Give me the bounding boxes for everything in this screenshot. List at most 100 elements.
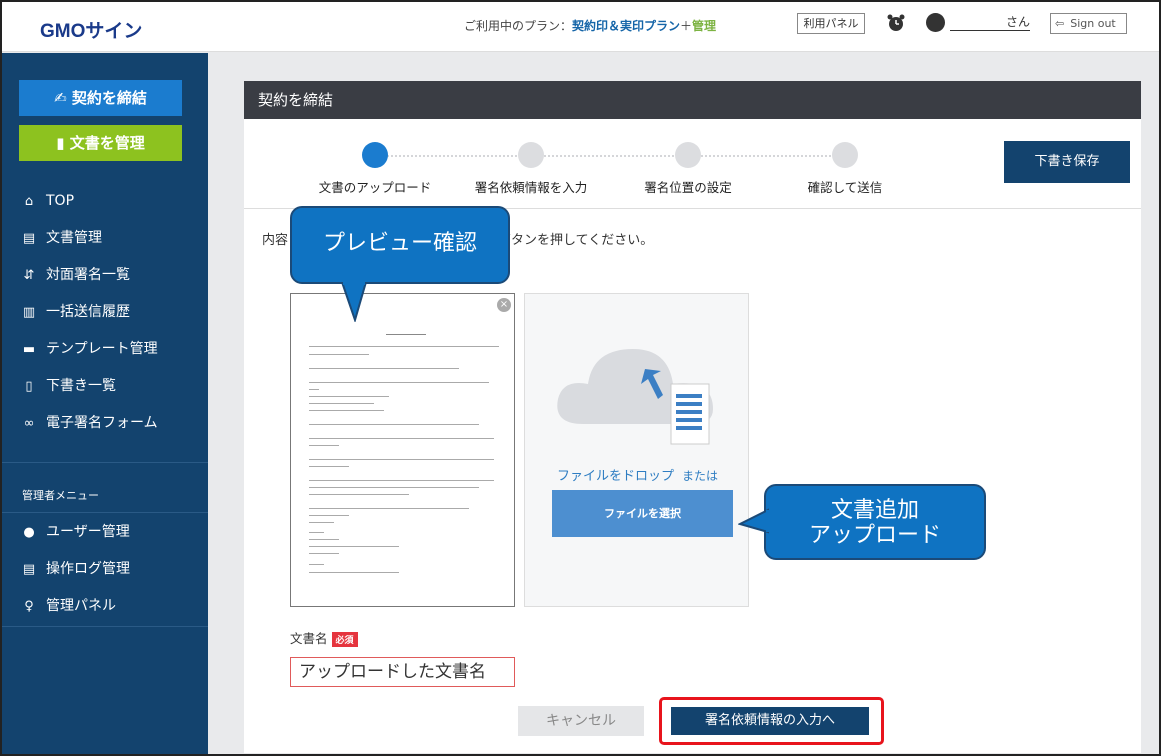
- step-dot-position: [675, 142, 701, 168]
- usage-panel-button[interactable]: 利用パネル: [797, 13, 865, 34]
- face-to-face-icon: ⇵: [23, 268, 35, 283]
- drop-instruction: ファイルをドロップ または: [525, 465, 750, 484]
- callout-pointer: [340, 282, 368, 322]
- step-dot-confirm: [832, 142, 858, 168]
- home-icon: ⌂: [24, 194, 34, 209]
- doc-line: [309, 480, 494, 481]
- doc-line: [309, 438, 494, 439]
- sidebar-item-admin-panel[interactable]: ♀ 管理パネル: [20, 596, 116, 616]
- upload-callout-line2: アップロード: [808, 523, 941, 548]
- doc-line: [309, 494, 409, 495]
- top-header: GMOサイン ご利用中のプラン：契約印＆実印プラン＋管理 利用パネル さん ⇦ S…: [2, 2, 1159, 52]
- sidebar-item-face-to-face[interactable]: ⇵ 対面署名一覧: [20, 265, 130, 285]
- sidebar-item-label: 一括送信履歴: [46, 304, 130, 320]
- step-label-position: 署名位置の設定: [644, 180, 732, 195]
- plan-info: ご利用中のプラン：契約印＆実印プラン＋管理: [464, 17, 716, 34]
- sidebar-item-label: 管理パネル: [46, 598, 116, 614]
- user-icon: ●: [23, 525, 35, 540]
- sidebar-item-user-management[interactable]: ● ユーザー管理: [20, 522, 130, 542]
- divider: [2, 462, 208, 463]
- document-preview[interactable]: ×: [290, 293, 515, 607]
- doc-line: [309, 410, 384, 411]
- step-label-confirm: 確認して送信: [807, 180, 883, 195]
- admin-icon: ♀: [24, 599, 34, 614]
- doc-line: [309, 368, 459, 369]
- step-connector: [701, 155, 831, 157]
- sidebar-item-signature-form[interactable]: ∞ 電子署名フォーム: [20, 413, 158, 433]
- sidebar-item-operation-log[interactable]: ▤ 操作ログ管理: [20, 559, 130, 579]
- manage-documents-button[interactable]: ▮ 文書を管理: [19, 125, 182, 161]
- save-draft-button[interactable]: 下書き保存: [1004, 141, 1130, 183]
- divider: [2, 512, 208, 513]
- sidebar-item-templates[interactable]: ▬ テンプレート管理: [20, 339, 158, 359]
- step-dot-request: [518, 142, 544, 168]
- instruction-end: ボタンを押してください。: [498, 233, 654, 248]
- step-connector: [544, 155, 674, 157]
- callout-pointer: [738, 508, 770, 534]
- sidebar-item-label: 電子署名フォーム: [46, 415, 158, 431]
- sidebar: ✍ 契約を締結 ▮ 文書を管理 ⌂ TOP ▤ 文書管理 ⇵ 対面署名一覧 ▥ 一括送信…: [2, 53, 208, 754]
- plan-plus: ＋: [680, 19, 693, 33]
- document-name-label: 文書名 必須: [290, 628, 358, 647]
- remove-document-icon[interactable]: ×: [497, 298, 511, 312]
- upload-callout-line1: 文書追加: [830, 498, 919, 523]
- doc-line: [309, 564, 324, 565]
- preview-callout: プレビュー確認: [290, 206, 510, 322]
- cancel-button[interactable]: キャンセル: [518, 706, 644, 736]
- sidebar-item-label: テンプレート管理: [46, 341, 158, 357]
- doc-line: [309, 354, 369, 355]
- drop-or: または: [682, 469, 719, 483]
- sidebar-item-label: 対面署名一覧: [46, 267, 130, 283]
- document-name-input[interactable]: アップロードした文書名: [290, 657, 515, 687]
- template-icon: ▬: [22, 342, 36, 357]
- highlight-box: 署名依頼情報の入力へ: [659, 697, 884, 745]
- draft-icon: ▯: [25, 379, 33, 394]
- file-drop-zone[interactable]: ファイルをドロップ または ファイルを選択: [524, 293, 749, 607]
- sidebar-item-bulk-send[interactable]: ▥ 一括送信履歴: [20, 302, 130, 322]
- instruction-start: 内容: [262, 233, 289, 248]
- sidebar-item-label: 操作ログ管理: [46, 561, 130, 577]
- step-label-request: 署名依頼情報を入力: [474, 180, 588, 195]
- doc-line: [309, 403, 374, 404]
- doc-line: [309, 396, 389, 397]
- doc-line: [309, 382, 489, 383]
- sidebar-item-drafts[interactable]: ▯ 下書き一覧: [20, 376, 116, 396]
- plan-name: 契約印＆実印プラン: [572, 19, 681, 33]
- alarm-clock-icon[interactable]: [886, 13, 906, 33]
- contract-button[interactable]: ✍ 契約を締結: [19, 80, 182, 116]
- cloud-upload-icon: [557, 349, 713, 445]
- user-name[interactable]: さん: [950, 15, 1030, 31]
- gmo-sign-logo[interactable]: GMOサイン: [40, 16, 142, 43]
- doc-line: [309, 539, 339, 540]
- doc-line: [309, 459, 494, 460]
- handshake-icon: ✍: [54, 89, 72, 107]
- user-suffix: さん: [1005, 15, 1030, 29]
- file-icon: ▮: [56, 134, 70, 152]
- user-avatar-icon[interactable]: [926, 13, 945, 32]
- document-icon: ▤: [22, 231, 36, 246]
- manage-button-label: 文書を管理: [69, 134, 145, 152]
- preview-callout-text: プレビュー確認: [322, 231, 477, 256]
- step-connector: [387, 155, 517, 157]
- progress-steps: 文書のアップロード 署名依頼情報を入力 署名位置の設定 確認して送信 下書き保存: [244, 119, 1141, 209]
- sidebar-item-documents[interactable]: ▤ 文書管理: [20, 228, 102, 248]
- next-request-info-button[interactable]: 署名依頼情報の入力へ: [671, 707, 869, 735]
- doc-line: [309, 522, 334, 523]
- sign-out-icon: ⇦: [1055, 17, 1065, 30]
- doc-line: [309, 508, 469, 509]
- sign-out-label: Sign out: [1070, 17, 1116, 30]
- required-badge: 必須: [331, 632, 358, 647]
- main-card: 契約を締結 文書のアップロード 署名依頼情報を入力 署名位置の設定 確認して送信…: [244, 81, 1141, 753]
- link-icon: ∞: [23, 416, 35, 431]
- sidebar-item-top[interactable]: ⌂ TOP: [20, 191, 74, 211]
- doc-line: [386, 334, 426, 335]
- doc-line: [309, 346, 499, 347]
- step-label-upload: 文書のアップロード: [318, 180, 432, 195]
- sidebar-item-label: 文書管理: [46, 230, 102, 246]
- select-file-button[interactable]: ファイルを選択: [552, 490, 733, 537]
- contract-button-label: 契約を締結: [71, 89, 147, 107]
- sidebar-item-label: ユーザー管理: [46, 524, 130, 540]
- drop-text: ファイルをドロップ: [556, 469, 674, 484]
- sign-out-button[interactable]: ⇦ Sign out: [1050, 13, 1127, 34]
- doc-line: [309, 515, 349, 516]
